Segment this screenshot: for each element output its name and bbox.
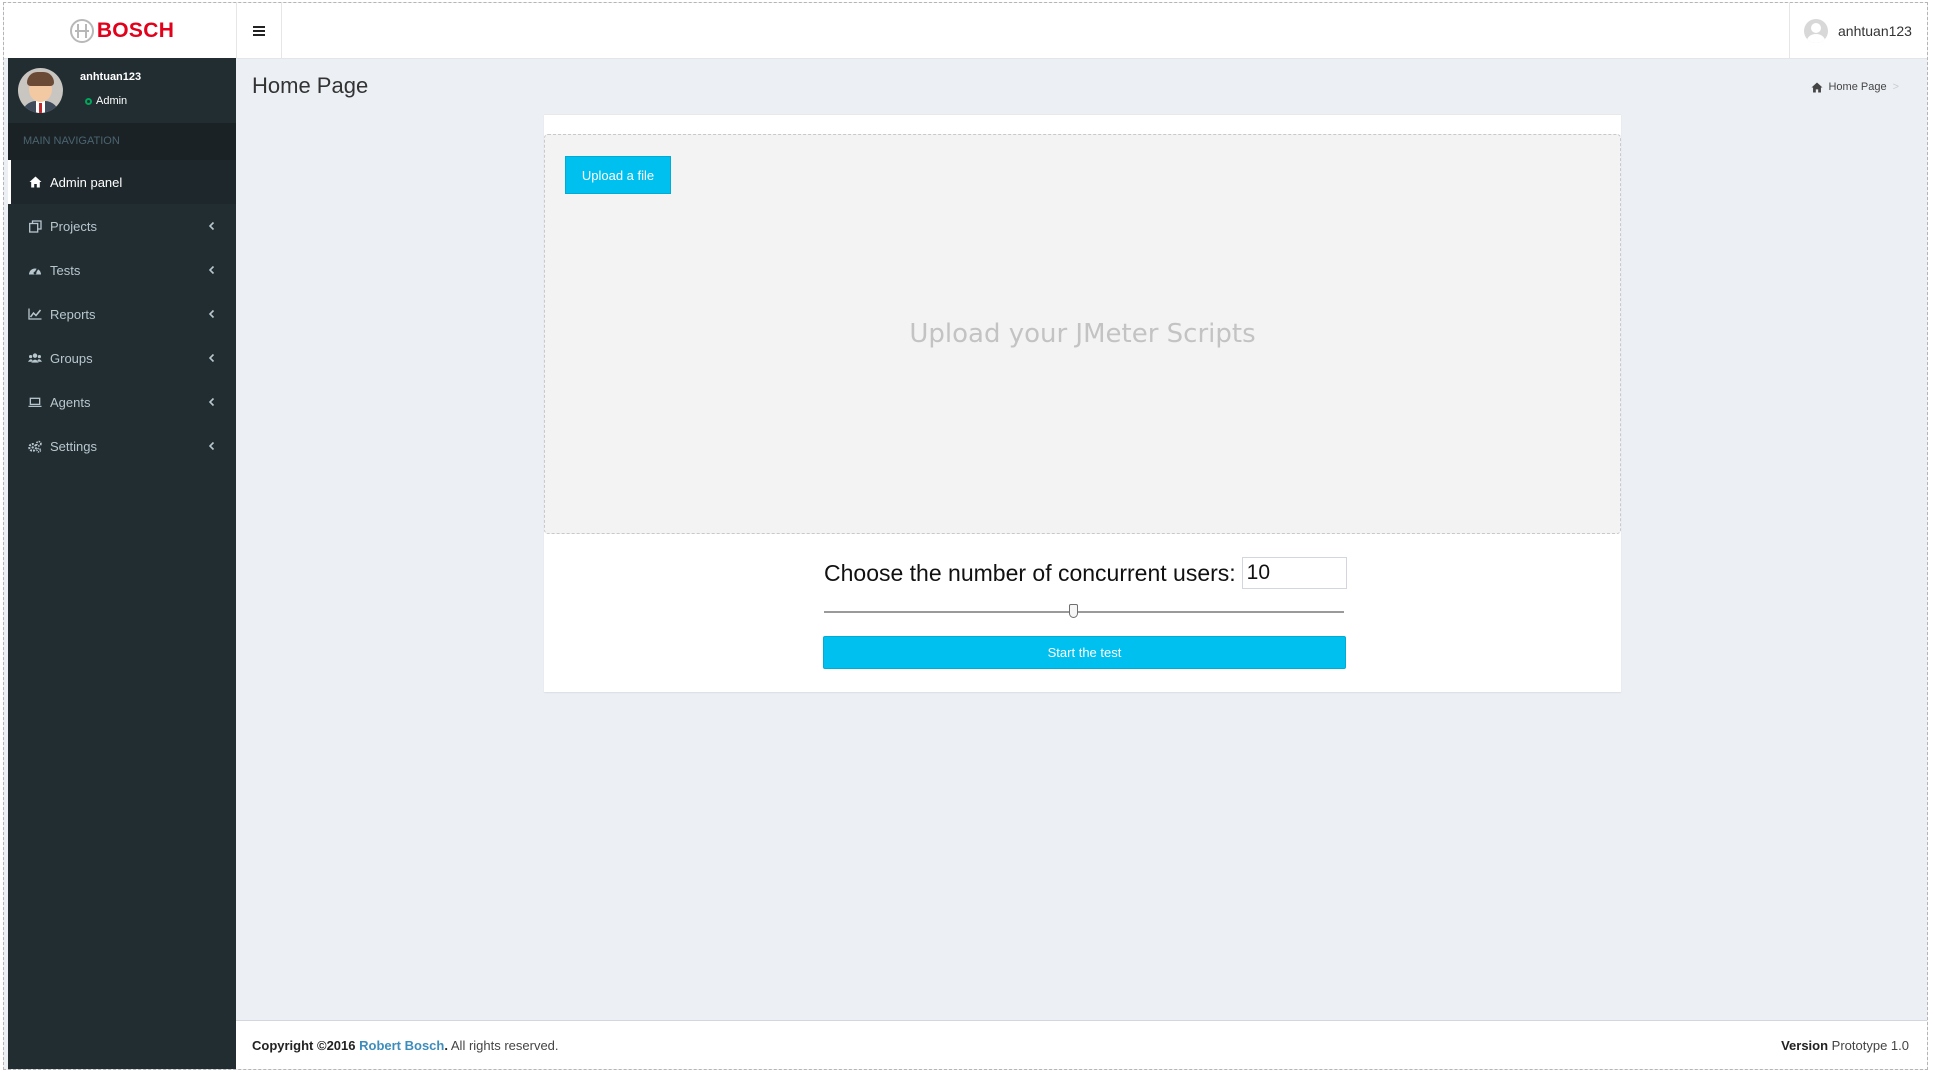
profile-name: anhtuan123 (80, 71, 142, 83)
concurrent-users-row: Choose the number of concurrent users: (824, 557, 1347, 589)
avatar (18, 68, 63, 113)
home-icon (1811, 81, 1823, 93)
sidebar-item-projects[interactable]: Projects (8, 204, 236, 248)
sidebar-item-agents[interactable]: Agents (8, 380, 236, 424)
concurrent-users-input[interactable] (1241, 557, 1347, 589)
copyright-rights: All rights reserved. (447, 1038, 559, 1053)
user-menu-name: anhtuan123 (1838, 22, 1912, 39)
users-icon (28, 351, 42, 365)
sidebar-item-settings[interactable]: Settings (8, 424, 236, 468)
sidebar-item-label: Projects (50, 218, 97, 234)
online-status-icon (85, 97, 92, 105)
user-panel: anhtuan123 Admin (8, 58, 236, 123)
sidebar-item-label: Settings (50, 438, 97, 454)
version-label: Version (1781, 1038, 1829, 1053)
page-title: Home Page (252, 73, 369, 98)
chevron-left-icon (208, 397, 215, 407)
laptop-icon (28, 395, 42, 409)
chevron-left-icon (208, 441, 215, 451)
gears-icon (28, 439, 42, 453)
upload-box: Upload a file Upload your JMeter Scripts… (544, 114, 1621, 692)
concurrent-users-slider[interactable] (824, 604, 1344, 620)
version-info: Version Prototype 1.0 (1781, 1038, 1909, 1053)
sidebar-item-reports[interactable]: Reports (8, 292, 236, 336)
dropzone-message: Upload your JMeter Scripts (909, 319, 1256, 349)
app-window: BOSCH anhtuan123 anhtuan123 Admin MAIN N… (3, 2, 1928, 1070)
copyright-prefix: Copyright ©2016 (252, 1038, 356, 1053)
version-value: Prototype 1.0 (1831, 1038, 1909, 1053)
nav-header: MAIN NAVIGATION (8, 123, 236, 160)
sidebar-item-admin-panel[interactable]: Admin panel (8, 160, 236, 204)
line-chart-icon (28, 307, 42, 321)
slider-track (824, 611, 1344, 613)
chevron-left-icon (208, 221, 215, 231)
chevron-left-icon (208, 309, 215, 319)
chevron-left-icon (208, 265, 215, 275)
concurrent-users-label: Choose the number of concurrent users: (824, 559, 1236, 586)
file-dropzone[interactable]: Upload a file Upload your JMeter Scripts (544, 134, 1621, 534)
top-header: BOSCH anhtuan123 (4, 3, 1927, 59)
logo[interactable]: BOSCH (8, 3, 237, 58)
slider-handle[interactable] (1069, 604, 1078, 618)
company-link[interactable]: Robert Bosch (359, 1038, 444, 1053)
sidebar-item-tests[interactable]: Tests (8, 248, 236, 292)
start-test-button[interactable]: Start the test (823, 636, 1346, 669)
projects-icon (28, 219, 42, 233)
sidebar: anhtuan123 Admin MAIN NAVIGATION Admin p… (8, 58, 236, 1069)
upload-file-button[interactable]: Upload a file (565, 156, 671, 194)
profile-status: Admin (85, 95, 127, 107)
hamburger-icon (252, 25, 265, 36)
sidebar-item-label: Reports (50, 306, 96, 322)
copyright: Copyright ©2016 Robert Bosch. All rights… (252, 1038, 559, 1053)
bosch-emblem-icon (69, 18, 94, 43)
user-avatar-icon (1804, 18, 1828, 43)
sidebar-item-label: Admin panel (50, 174, 123, 190)
tachometer-icon (28, 263, 42, 277)
breadcrumb-home-link[interactable]: Home Page (1828, 81, 1886, 93)
sidebar-item-label: Groups (50, 350, 93, 366)
chevron-left-icon (208, 353, 215, 363)
logo-text: BOSCH (96, 18, 175, 42)
sidebar-item-label: Agents (50, 394, 91, 410)
breadcrumb: Home Page > (1811, 81, 1899, 93)
sidebar-toggle-button[interactable] (236, 3, 282, 58)
profile-role: Admin (96, 95, 128, 107)
sidebar-item-label: Tests (50, 262, 81, 278)
sidebar-item-groups[interactable]: Groups (8, 336, 236, 380)
home-icon (28, 175, 42, 189)
footer: Copyright ©2016 Robert Bosch. All rights… (236, 1020, 1927, 1069)
user-menu[interactable]: anhtuan123 (1789, 3, 1927, 58)
breadcrumb-separator: > (1892, 81, 1899, 93)
